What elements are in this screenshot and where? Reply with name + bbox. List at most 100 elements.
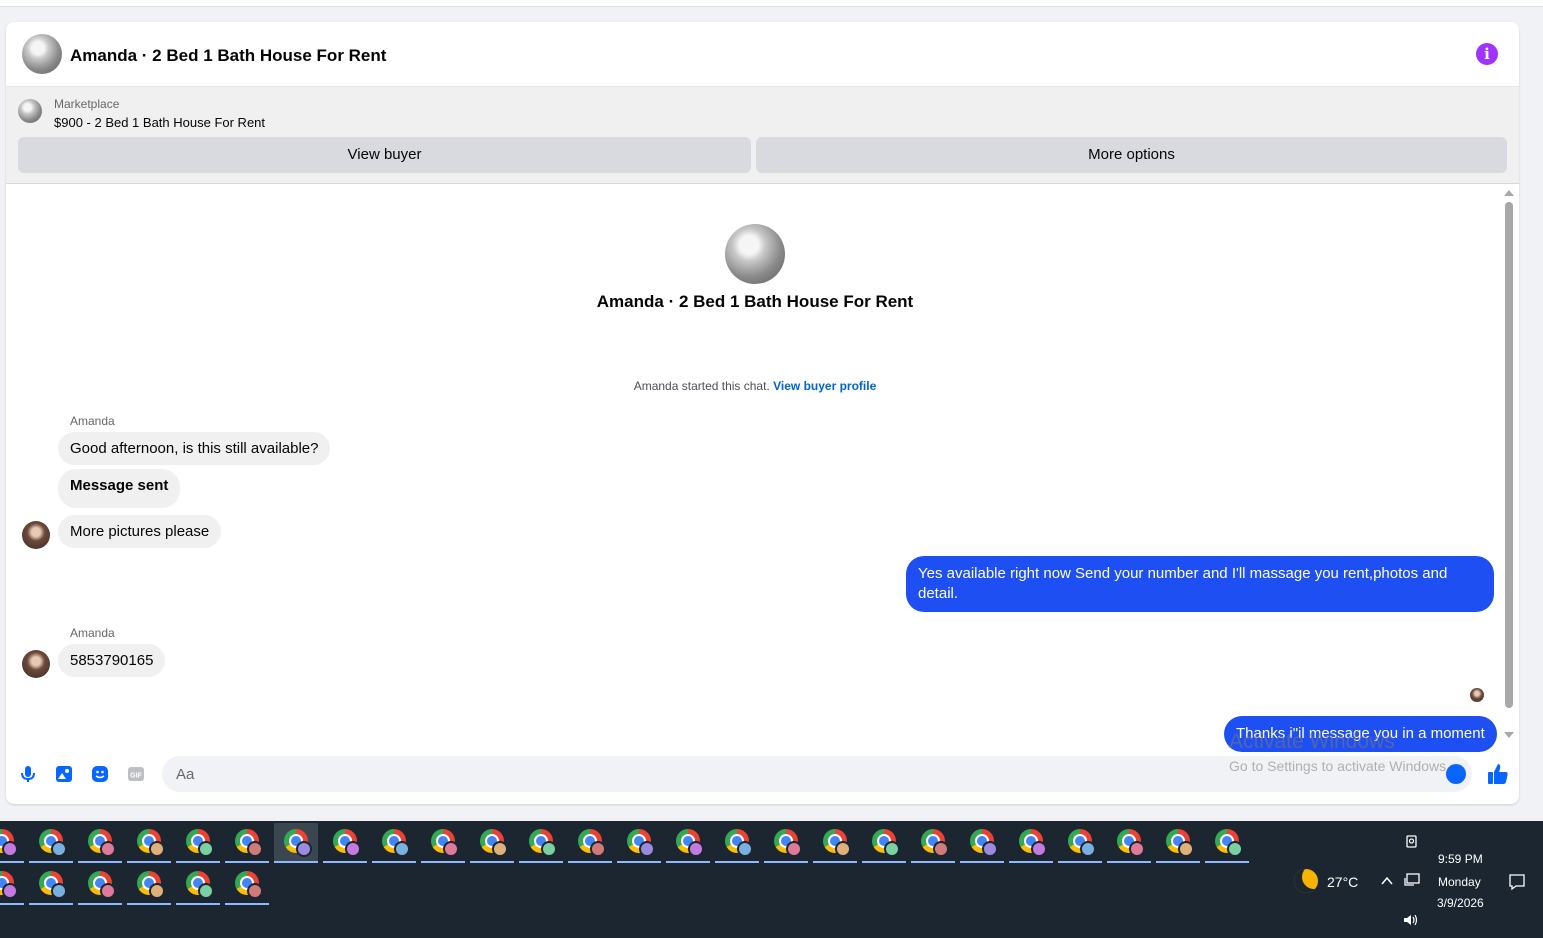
taskbar-chrome-icon[interactable] bbox=[127, 823, 171, 863]
clock-day[interactable]: Monday bbox=[1438, 875, 1481, 889]
profile-badge-icon bbox=[149, 841, 165, 857]
taskbar-chrome-icon[interactable] bbox=[813, 823, 857, 863]
taskbar-chrome-icon[interactable] bbox=[274, 823, 318, 863]
taskbar-chrome-icon[interactable] bbox=[666, 823, 710, 863]
notification-center-icon[interactable] bbox=[1508, 873, 1526, 891]
profile-badge-icon bbox=[443, 841, 459, 857]
like-icon[interactable] bbox=[1486, 762, 1510, 786]
profile-badge-icon bbox=[247, 883, 263, 899]
scroll-down-arrow-icon[interactable] bbox=[1504, 732, 1514, 738]
volume-icon[interactable] bbox=[1402, 912, 1420, 928]
emoji-icon[interactable] bbox=[1446, 764, 1466, 784]
taskbar-chrome-icon[interactable] bbox=[470, 823, 514, 863]
weather-temperature[interactable]: 27°C bbox=[1327, 874, 1358, 890]
info-icon[interactable]: i bbox=[1476, 43, 1498, 65]
taskbar-chrome-icon[interactable] bbox=[78, 823, 122, 863]
message-list[interactable]: Amanda · 2 Bed 1 Bath House For Rent Ama… bbox=[6, 184, 1519, 754]
chat-started-text: Amanda started this chat. bbox=[633, 379, 770, 393]
svg-text:GIF: GIF bbox=[130, 773, 142, 780]
taskbar-chrome-icon[interactable] bbox=[225, 865, 269, 905]
profile-badge-icon bbox=[51, 883, 67, 899]
profile-badge-icon bbox=[198, 841, 214, 857]
profile-badge-icon bbox=[100, 883, 116, 899]
taskbar-chrome-icon[interactable] bbox=[911, 823, 955, 863]
taskbar: 27°C 9:59 PM Monday 3/9/2026 bbox=[0, 821, 1543, 938]
view-buyer-button[interactable]: View buyer bbox=[18, 137, 751, 173]
listing-avatar[interactable] bbox=[22, 34, 62, 74]
network-icon[interactable] bbox=[1403, 872, 1421, 888]
sticker-icon[interactable] bbox=[90, 764, 110, 784]
profile-badge-icon bbox=[51, 841, 67, 857]
taskbar-chrome-icon[interactable] bbox=[764, 823, 808, 863]
taskbar-chrome-icon[interactable] bbox=[421, 823, 465, 863]
view-buyer-profile-link[interactable]: View buyer profile bbox=[773, 379, 876, 393]
taskbar-chrome-icon[interactable] bbox=[568, 823, 612, 863]
message-bubble-incoming[interactable]: More pictures please bbox=[58, 515, 222, 548]
taskbar-chrome-icon[interactable] bbox=[323, 823, 367, 863]
microphone-icon[interactable] bbox=[18, 764, 38, 784]
gif-icon[interactable]: GIF bbox=[126, 764, 146, 784]
profile-badge-icon bbox=[590, 841, 606, 857]
chat-window: Amanda · 2 Bed 1 Bath House For Rent i M… bbox=[6, 22, 1519, 804]
profile-badge-icon bbox=[1129, 841, 1145, 857]
profile-badge-icon bbox=[786, 841, 802, 857]
profile-badge-icon bbox=[394, 841, 410, 857]
clock-date[interactable]: 3/9/2026 bbox=[1437, 896, 1484, 910]
scrollbar-thumb[interactable] bbox=[1505, 202, 1513, 708]
scroll-up-arrow-icon[interactable] bbox=[1504, 190, 1514, 196]
buyer-avatar[interactable] bbox=[22, 521, 50, 549]
taskbar-chrome-icon[interactable] bbox=[1058, 823, 1102, 863]
message-bubble-outgoing[interactable]: Thanks i"il message you in a moment bbox=[1224, 716, 1497, 752]
message-bubble-incoming[interactable]: Good afternoon, is this still available? bbox=[58, 432, 331, 465]
profile-badge-icon bbox=[149, 883, 165, 899]
taskbar-chrome-icon[interactable] bbox=[0, 865, 24, 905]
message-bubble-incoming[interactable]: 5853790165 bbox=[58, 644, 166, 677]
weather-moon-icon[interactable] bbox=[1294, 869, 1318, 893]
taskbar-chrome-icon[interactable] bbox=[617, 823, 661, 863]
taskbar-chrome-icon[interactable] bbox=[1107, 823, 1151, 863]
chat-header: Amanda · 2 Bed 1 Bath House For Rent i bbox=[6, 22, 1519, 87]
intro-avatar bbox=[725, 224, 785, 284]
message-bubble-incoming[interactable]: Message sent bbox=[58, 469, 181, 508]
taskbar-chrome-icon[interactable] bbox=[519, 823, 563, 863]
taskbar-chrome-icon[interactable] bbox=[225, 823, 269, 863]
intro-title: Amanda · 2 Bed 1 Bath House For Rent bbox=[596, 292, 914, 311]
listing-title[interactable]: $900 - 2 Bed 1 Bath House For Rent bbox=[54, 115, 265, 130]
taskbar-chrome-icon[interactable] bbox=[176, 823, 220, 863]
clock-time[interactable]: 9:59 PM bbox=[1438, 852, 1483, 866]
profile-badge-icon bbox=[2, 841, 18, 857]
profile-badge-icon bbox=[2, 883, 18, 899]
profile-badge-icon bbox=[884, 841, 900, 857]
meet-now-icon[interactable] bbox=[1404, 833, 1420, 849]
message-input[interactable] bbox=[162, 756, 1472, 792]
chat-title[interactable]: Amanda · 2 Bed 1 Bath House For Rent bbox=[70, 46, 386, 66]
message-bubble-outgoing[interactable]: Yes available right now Send your number… bbox=[906, 556, 1494, 612]
more-options-button[interactable]: More options bbox=[756, 137, 1507, 173]
profile-badge-icon bbox=[737, 841, 753, 857]
taskbar-chrome-icon[interactable] bbox=[0, 823, 24, 863]
taskbar-chrome-icon[interactable] bbox=[960, 823, 1004, 863]
taskbar-chrome-icon[interactable] bbox=[29, 823, 73, 863]
taskbar-chrome-icon[interactable] bbox=[372, 823, 416, 863]
profile-badge-icon bbox=[100, 841, 116, 857]
taskbar-chrome-icon[interactable] bbox=[862, 823, 906, 863]
profile-badge-icon bbox=[835, 841, 851, 857]
chevron-up-icon[interactable] bbox=[1380, 875, 1394, 887]
taskbar-chrome-icon[interactable] bbox=[1009, 823, 1053, 863]
profile-badge-icon bbox=[492, 841, 508, 857]
profile-badge-icon bbox=[933, 841, 949, 857]
chat-started-notice: Amanda started this chat. View buyer pro… bbox=[6, 379, 1504, 393]
taskbar-chrome-icon[interactable] bbox=[127, 865, 171, 905]
taskbar-chrome-icon[interactable] bbox=[29, 865, 73, 905]
buyer-avatar[interactable] bbox=[22, 650, 50, 678]
profile-badge-icon bbox=[247, 841, 263, 857]
taskbar-chrome-icon[interactable] bbox=[176, 865, 220, 905]
taskbar-chrome-icon[interactable] bbox=[1205, 823, 1249, 863]
message-scrollbar[interactable] bbox=[1502, 190, 1514, 738]
taskbar-chrome-icon[interactable] bbox=[1156, 823, 1200, 863]
photo-icon[interactable] bbox=[54, 764, 74, 784]
sender-name: Amanda bbox=[70, 414, 115, 428]
taskbar-chrome-icon[interactable] bbox=[78, 865, 122, 905]
taskbar-chrome-icon[interactable] bbox=[715, 823, 759, 863]
profile-badge-icon bbox=[296, 841, 312, 857]
